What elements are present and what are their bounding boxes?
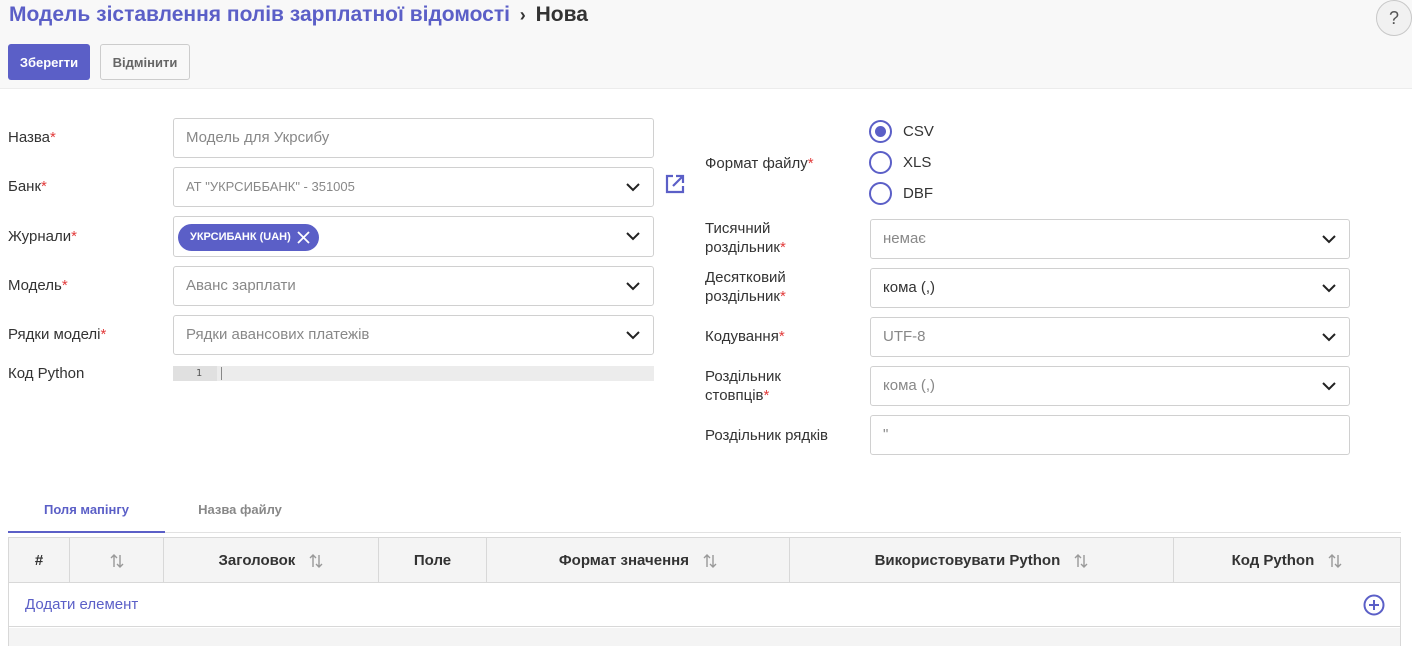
breadcrumb-parent-link[interactable]: Модель зіставлення полів зарплатної відо…	[9, 3, 510, 26]
text-cursor	[221, 367, 222, 380]
sort-icon[interactable]	[1074, 553, 1088, 569]
encoding-label: Кодування*	[705, 328, 785, 345]
chevron-down-icon	[626, 183, 640, 192]
radio-label: CSV	[903, 123, 934, 140]
chevron-down-icon	[626, 232, 640, 241]
model-select[interactable]: Аванс зарплати	[173, 266, 654, 306]
breadcrumb: Модель зіставлення полів зарплатної відо…	[9, 3, 588, 27]
journal-chip: УКРСИБАНК (UAH)	[178, 224, 319, 251]
radio-button[interactable]	[869, 182, 892, 205]
add-item-link[interactable]: Додати елемент	[25, 583, 138, 627]
line-number: 1	[173, 366, 217, 381]
close-icon[interactable]	[297, 231, 310, 244]
tab-file-name[interactable]: Назва файлу	[170, 490, 310, 533]
sort-icon[interactable]	[110, 553, 124, 569]
encoding-value: UTF-8	[883, 328, 926, 345]
decimal-sep-label: Десятковий роздільник*	[705, 269, 786, 305]
cancel-button[interactable]: Відмінити	[100, 44, 190, 80]
chevron-down-icon	[1322, 382, 1336, 391]
mapping-table: # Заголовок Поле Формат значення Викорис…	[8, 537, 1401, 646]
model-rows-placeholder: Рядки авансових платежів	[186, 326, 370, 343]
column-sep-select[interactable]: кома (,)	[870, 366, 1350, 406]
add-item-row: Додати елемент	[9, 583, 1400, 627]
column-header-field: Поле	[379, 538, 487, 583]
model-rows-label: Рядки моделі*	[8, 326, 107, 343]
chevron-down-icon	[1322, 284, 1336, 293]
row-sep-field[interactable]: "	[870, 415, 1350, 455]
breadcrumb-separator: ›	[519, 5, 526, 25]
thousands-sep-select[interactable]: немає	[870, 219, 1350, 259]
chevron-down-icon	[626, 282, 640, 291]
name-field[interactable]: Модель для Укрсибу	[173, 118, 654, 158]
decimal-sep-select[interactable]: кома (,)	[870, 268, 1350, 308]
sort-icon[interactable]	[703, 553, 717, 569]
page-header: Модель зіставлення полів зарплатної відо…	[0, 0, 1412, 89]
sort-icon[interactable]	[309, 553, 323, 569]
sort-icon[interactable]	[1328, 553, 1342, 569]
plus-circle-icon[interactable]	[1363, 594, 1385, 616]
row-sep-label: Роздільник рядків	[705, 427, 829, 444]
column-header-value-format[interactable]: Формат значення	[487, 538, 790, 583]
column-sep-value: кома (,)	[883, 377, 936, 394]
column-sep-label: Роздільник стовпців*	[705, 368, 781, 404]
bank-label: Банк*	[8, 178, 47, 195]
table-header: # Заголовок Поле Формат значення Викорис…	[9, 538, 1400, 583]
column-header-title[interactable]: Заголовок	[164, 538, 379, 583]
file-format-label: Формат файлу*	[705, 155, 814, 172]
row-sep-value: "	[883, 426, 889, 443]
journals-label: Журнали*	[8, 228, 77, 245]
model-placeholder: Аванс зарплати	[186, 277, 296, 294]
tab-mapping-fields[interactable]: Поля мапінгу	[8, 490, 165, 533]
table-footer	[9, 628, 1400, 646]
bank-value: АТ "УКРСИББАНК" - 351005	[186, 179, 355, 194]
thousands-sep-label: Тисячний роздільник*	[705, 220, 786, 256]
tab-bar: Поля мапінгу Назва файлу	[8, 490, 1401, 533]
radio-button-selected[interactable]	[869, 120, 892, 143]
radio-label: XLS	[903, 154, 932, 171]
python-code-editor[interactable]: 1	[173, 366, 654, 381]
thousands-sep-value: немає	[883, 230, 926, 247]
journal-chip-label: УКРСИБАНК (UAH)	[190, 231, 291, 243]
name-placeholder: Модель для Укрсибу	[186, 129, 330, 146]
help-button[interactable]: ?	[1376, 0, 1412, 36]
encoding-select[interactable]: UTF-8	[870, 317, 1350, 357]
column-header-index: #	[9, 538, 70, 583]
column-header-use-python[interactable]: Використовувати Python	[790, 538, 1174, 583]
name-label: Назва*	[8, 129, 56, 146]
chevron-down-icon	[626, 331, 640, 340]
column-header-python-code[interactable]: Код Python	[1174, 538, 1400, 583]
python-code-label: Код Python	[8, 365, 85, 382]
model-rows-select[interactable]: Рядки авансових платежів	[173, 315, 654, 355]
column-header-sort[interactable]	[70, 538, 164, 583]
journals-select[interactable]: УКРСИБАНК (UAH)	[173, 216, 654, 257]
decimal-sep-value: кома (,)	[883, 279, 936, 296]
breadcrumb-current: Нова	[535, 3, 588, 26]
model-label: Модель*	[8, 277, 68, 294]
bank-select[interactable]: АТ "УКРСИББАНК" - 351005	[173, 167, 654, 207]
radio-label: DBF	[903, 185, 933, 202]
external-link-icon[interactable]	[664, 173, 686, 195]
chevron-down-icon	[1322, 235, 1336, 244]
chevron-down-icon	[1322, 333, 1336, 342]
save-button[interactable]: Зберегти	[8, 44, 90, 80]
radio-button[interactable]	[869, 151, 892, 174]
